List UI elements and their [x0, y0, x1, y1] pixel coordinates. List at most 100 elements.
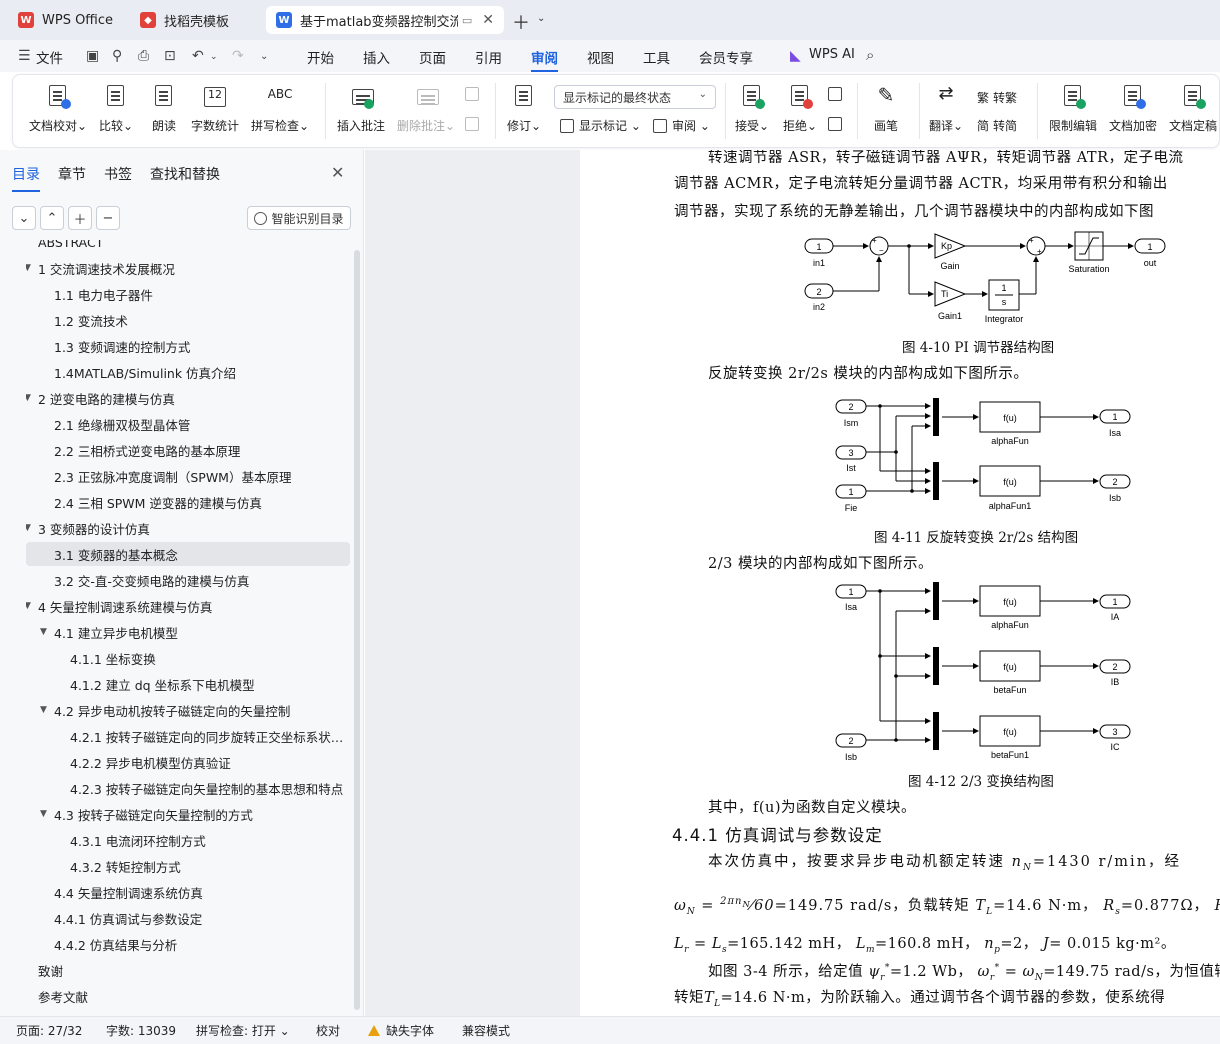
doc-finalize-button[interactable]: 文档定稿: [1169, 83, 1217, 134]
menu-member[interactable]: 会员专享: [699, 47, 753, 67]
toc-item[interactable]: ▼ 4 矢量控制调速系统建模与仿真: [26, 594, 350, 618]
document-page[interactable]: 转速调节器 ASR，转子磁链调节器 AΨR，转矩调节器 ATR，定子电流 调节器…: [580, 150, 1220, 1016]
nav-tab-chapters[interactable]: 章节: [58, 164, 86, 184]
toc-item[interactable]: ▼ 4.2 异步电动机按转子磁链定向的矢量控制: [26, 698, 350, 722]
read-aloud-button[interactable]: 朗读: [151, 83, 177, 134]
prev-change-icon[interactable]: [828, 87, 847, 101]
toc-item[interactable]: 4.2.2 异步电机模型仿真验证: [26, 750, 350, 774]
collapse-all-button[interactable]: ⌄: [12, 206, 36, 230]
menu-wps-ai[interactable]: WPS AI: [809, 47, 855, 62]
doc-encrypt-button[interactable]: 文档加密: [1109, 83, 1157, 134]
translate-button[interactable]: ⇄ 翻译⌄: [929, 83, 963, 134]
menu-page[interactable]: 页面: [419, 47, 446, 67]
toc-item[interactable]: ▼ 3 变频器的设计仿真: [26, 516, 350, 540]
next-comment-icon[interactable]: [465, 117, 484, 131]
search-icon[interactable]: ⌕: [866, 46, 874, 64]
proofread-button[interactable]: 文档校对⌄: [29, 83, 87, 134]
nav-tab-bookmarks[interactable]: 书签: [104, 164, 132, 184]
toc-item[interactable]: 4.4 矢量控制调速系统仿真: [26, 880, 350, 904]
show-markup-button[interactable]: 显示标记 ⌄: [560, 117, 641, 134]
toc-item[interactable]: ▼ 4.1 建立异步电机模型: [26, 620, 350, 644]
close-tab-icon[interactable]: ✕: [482, 12, 494, 28]
spell-check-toggle[interactable]: 拼写检查: 打开 ⌄: [196, 1022, 290, 1039]
more-chevron-icon[interactable]: ⌄: [260, 51, 268, 62]
toc-item[interactable]: 4.2.1 按转子磁链定向的同步旋转正交坐标系状态方程: [26, 724, 350, 748]
delete-comment-button[interactable]: 删除批注⌄: [397, 83, 455, 134]
remove-heading-button[interactable]: −: [96, 206, 120, 230]
toc-item[interactable]: 4.2.3 按转子磁链定向矢量控制的基本思想和特点: [26, 776, 350, 800]
chevron-down-icon[interactable]: ⌄: [537, 13, 545, 24]
chevron-down-icon[interactable]: ⌄: [210, 52, 218, 62]
close-icon[interactable]: ✕: [331, 163, 344, 182]
review-pane-button[interactable]: 审阅 ⌄: [653, 117, 710, 134]
toc-item[interactable]: 1.4MATLAB/Simulink 仿真介绍: [26, 360, 350, 384]
tab-docer-templates[interactable]: ◆ 找稻壳模板: [130, 6, 260, 34]
toc-item[interactable]: ABSTRACT: [26, 240, 350, 254]
toc-item[interactable]: ▼ 2 逆变电路的建模与仿真: [26, 386, 350, 410]
expand-caret-icon[interactable]: ▼: [40, 705, 47, 715]
menu-references[interactable]: 引用: [475, 47, 502, 67]
menu-review[interactable]: 审阅: [531, 47, 558, 72]
toc-item[interactable]: 4.3.2 转矩控制方式: [26, 854, 350, 878]
print-preview-icon[interactable]: ⊡: [164, 48, 176, 64]
missing-font-button[interactable]: 缺失字体: [368, 1022, 434, 1039]
compare-button[interactable]: 比较⌄: [99, 83, 133, 134]
share-icon[interactable]: ⚲: [112, 48, 122, 64]
nav-tab-toc[interactable]: 目录: [12, 164, 40, 192]
nav-tab-find-replace[interactable]: 查找和替换: [150, 164, 220, 184]
add-heading-button[interactable]: ＋: [68, 206, 92, 230]
nav-scrollbar[interactable]: [354, 250, 360, 1010]
menu-view[interactable]: 视图: [587, 47, 614, 67]
toc-item[interactable]: 3.2 交-直-交变频电路的建模与仿真: [26, 568, 350, 592]
new-tab-icon[interactable]: ＋: [512, 9, 530, 35]
to-traditional-button[interactable]: 繁转繁: [977, 89, 1017, 106]
to-simplified-button[interactable]: 简转简: [977, 117, 1017, 134]
markup-display-select[interactable]: 显示标记的最终状态 ⌄: [554, 85, 716, 109]
word-count-indicator[interactable]: 字数: 13039: [106, 1022, 176, 1039]
toc-item[interactable]: 2.3 正弦脉冲宽度调制（SPWM）基本原理: [26, 464, 350, 488]
menu-file[interactable]: 文件: [36, 47, 63, 67]
toc-item[interactable]: 4.3.1 电流闭环控制方式: [26, 828, 350, 852]
menu-start[interactable]: 开始: [307, 47, 334, 67]
hamburger-menu-icon[interactable]: ☰: [18, 48, 31, 64]
proofread-status-button[interactable]: 校对: [316, 1022, 340, 1039]
spell-check-button[interactable]: ABC 拼写检查⌄: [251, 83, 309, 134]
restrict-edit-button[interactable]: 限制编辑: [1049, 83, 1097, 134]
word-count-button[interactable]: 12 字数统计: [191, 83, 239, 134]
pen-button[interactable]: ✎ 画笔: [873, 83, 899, 134]
menu-tools[interactable]: 工具: [643, 47, 670, 67]
toc-item[interactable]: 2.4 三相 SPWM 逆变器的建模与仿真: [26, 490, 350, 514]
expand-caret-icon[interactable]: ▼: [40, 809, 47, 819]
revise-button[interactable]: 修订⌄: [507, 83, 541, 134]
menu-insert[interactable]: 插入: [363, 47, 390, 67]
toc-item[interactable]: 1.3 变频调速的控制方式: [26, 334, 350, 358]
tab-current-document[interactable]: W 基于matlab变频器控制交流电 ▭ ✕: [266, 6, 504, 34]
expand-up-button[interactable]: ⌃: [40, 206, 64, 230]
expand-caret-icon[interactable]: ▼: [26, 263, 31, 273]
toc-item[interactable]: 参考文献: [26, 984, 350, 1008]
reject-button[interactable]: 拒绝⌄: [783, 83, 817, 134]
toc-item[interactable]: 4.1.2 建立 dq 坐标系下电机模型: [26, 672, 350, 696]
tab-wps-office[interactable]: W WPS Office: [8, 6, 124, 34]
expand-caret-icon[interactable]: ▼: [26, 601, 31, 611]
toc-item[interactable]: 2.2 三相桥式逆变电路的基本原理: [26, 438, 350, 462]
undo-icon[interactable]: ↶: [192, 48, 204, 64]
toc-item[interactable]: 2.1 绝缘栅双极型晶体管: [26, 412, 350, 436]
redo-icon[interactable]: ↷: [232, 48, 244, 64]
insert-comment-button[interactable]: 插入批注: [337, 83, 385, 134]
toc-item[interactable]: 3.1 变频器的基本概念: [26, 542, 350, 566]
expand-caret-icon[interactable]: ▼: [26, 393, 31, 403]
page-indicator[interactable]: 页面: 27/32: [16, 1022, 82, 1039]
accept-button[interactable]: 接受⌄: [735, 83, 769, 134]
toc-item[interactable]: ▼ 4.3 按转子磁链定向矢量控制的方式: [26, 802, 350, 826]
toc-item[interactable]: 1.1 电力电子器件: [26, 282, 350, 306]
toc-item[interactable]: 4.4.2 仿真结果与分析: [26, 932, 350, 956]
print-icon[interactable]: ⎙: [138, 48, 149, 64]
expand-caret-icon[interactable]: ▼: [26, 523, 31, 533]
toc-item[interactable]: 4.1.1 坐标变换: [26, 646, 350, 670]
toc-item[interactable]: 4.4.1 仿真调试与参数设定: [26, 906, 350, 930]
next-change-icon[interactable]: [828, 117, 847, 131]
prev-comment-icon[interactable]: [465, 87, 484, 101]
toc-item[interactable]: ▼ 1 交流调速技术发展概况: [26, 256, 350, 280]
smart-toc-button[interactable]: 智能识别目录: [247, 206, 351, 230]
